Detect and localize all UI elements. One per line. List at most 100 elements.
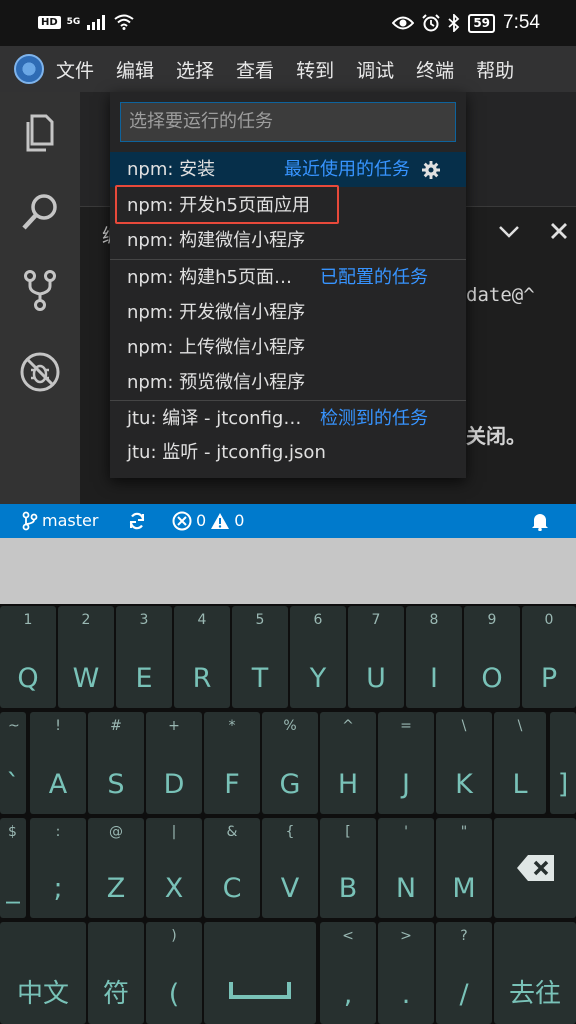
status-right: 59 7:54 xyxy=(392,12,540,34)
app-logo-icon xyxy=(14,54,44,84)
key-comma[interactable]: <, xyxy=(320,922,376,1024)
key-f[interactable]: * F xyxy=(204,712,260,814)
clock: 7:54 xyxy=(503,12,540,33)
chevron-down-icon[interactable] xyxy=(498,225,520,239)
task-quick-pick: 选择要运行的任务 npm: 安装 最近使用的任务 npm: 开发h5页面应用 n… xyxy=(110,92,466,478)
status-left: HD 5G xyxy=(38,14,134,30)
menu-selection[interactable]: 选择 xyxy=(176,56,214,83)
key-go[interactable]: 去往 xyxy=(494,922,576,1024)
key-u[interactable]: 7U xyxy=(348,606,404,708)
key-b[interactable]: [B xyxy=(320,818,376,918)
menu-bar: 文件 编辑 选择 查看 转到 调试 终端 帮助 xyxy=(0,46,576,92)
key-language-chinese[interactable]: 中文 xyxy=(0,922,86,1024)
key-symbols[interactable]: 符 xyxy=(88,922,144,1024)
key-y[interactable]: 6Y xyxy=(290,606,346,708)
key-l[interactable]: \ L xyxy=(494,712,546,814)
bell-icon[interactable] xyxy=(530,511,550,531)
key-bracket-right[interactable]: ] xyxy=(550,712,576,814)
task-search-input[interactable]: 选择要运行的任务 xyxy=(120,102,456,142)
key-i[interactable]: 8I xyxy=(406,606,462,708)
task-item[interactable]: jtu: 监听 - jtconfig.json xyxy=(110,435,466,470)
phone-status-bar: HD 5G 59 7:54 xyxy=(0,0,576,46)
menu-debug[interactable]: 调试 xyxy=(356,56,394,83)
task-label: npm: 安装 xyxy=(127,159,216,180)
task-item[interactable]: npm: 构建h5页面… 已配置的任务 xyxy=(110,260,466,295)
key-x[interactable]: | X xyxy=(146,818,202,918)
task-category: 最近使用的任务 xyxy=(284,159,410,180)
task-item[interactable]: jtu: 编译 - jtconfig… 检测到的任务 xyxy=(110,401,466,436)
key-backspace[interactable] xyxy=(494,818,576,918)
editor-status-bar: master 0 0 xyxy=(0,504,576,538)
soft-keyboard: 1Q 2W 3E 4R 5T 6Y 7U 8I 9O 0P ~ ` ! A # S +… xyxy=(0,604,576,1024)
key-j[interactable]: = J xyxy=(378,712,434,814)
key-paren[interactable]: )( xyxy=(146,922,202,1024)
key-q[interactable]: 1Q xyxy=(0,606,56,708)
wifi-icon xyxy=(114,14,134,30)
key-r[interactable]: 4R xyxy=(174,606,230,708)
task-label: npm: 构建微信小程序 xyxy=(127,230,306,251)
task-item[interactable]: npm: 预览微信小程序 xyxy=(110,365,466,400)
task-label: npm: 上传微信小程序 xyxy=(127,337,306,358)
key-slash[interactable]: ? / xyxy=(436,922,492,1024)
warning-icon xyxy=(211,513,230,529)
key-c[interactable]: & C xyxy=(204,818,260,918)
close-icon[interactable] xyxy=(550,222,568,240)
code-fragment: date@^ xyxy=(466,284,535,306)
error-count: 0 xyxy=(196,511,207,530)
task-label: jtu: 监听 - jtconfig.json xyxy=(127,442,326,463)
key-w[interactable]: 2W xyxy=(58,606,114,708)
key-t[interactable]: 5T xyxy=(232,606,288,708)
bluetooth-icon xyxy=(448,14,460,32)
hd-badge: HD xyxy=(38,15,61,29)
key-h[interactable]: ^ H xyxy=(320,712,376,814)
key-e[interactable]: 3E xyxy=(116,606,172,708)
task-label: jtu: 编译 - jtconfig… xyxy=(127,408,302,429)
key-p[interactable]: 0P xyxy=(522,606,576,708)
task-label: npm: 开发微信小程序 xyxy=(127,302,306,323)
menu-go[interactable]: 转到 xyxy=(296,56,334,83)
key-m[interactable]: " M xyxy=(436,818,492,918)
branch-icon xyxy=(22,511,38,531)
source-control-icon[interactable] xyxy=(18,268,62,312)
debug-icon[interactable] xyxy=(18,350,62,394)
key-k[interactable]: \ K xyxy=(436,712,492,814)
explorer-icon[interactable] xyxy=(18,110,62,154)
menu-terminal[interactable]: 终端 xyxy=(416,56,454,83)
signal-icon xyxy=(87,15,106,30)
space-bar-icon xyxy=(229,982,291,999)
problems-indicator[interactable]: 0 0 xyxy=(172,504,244,538)
key-z[interactable]: @ Z xyxy=(88,818,144,918)
task-item[interactable]: npm: 上传微信小程序 xyxy=(110,330,466,365)
key-underscore[interactable]: $ _ xyxy=(0,818,26,918)
key-space[interactable] xyxy=(204,922,316,1024)
key-period[interactable]: >. xyxy=(378,922,434,1024)
task-label: npm: 预览微信小程序 xyxy=(127,372,306,393)
task-label: npm: 构建h5页面… xyxy=(127,267,293,288)
key-o[interactable]: 9O xyxy=(464,606,520,708)
menu-edit[interactable]: 编辑 xyxy=(116,56,154,83)
warning-count: 0 xyxy=(234,511,245,530)
key-d[interactable]: + D xyxy=(146,712,202,814)
gear-icon[interactable] xyxy=(422,161,440,179)
menu-file[interactable]: 文件 xyxy=(56,56,94,83)
backspace-icon xyxy=(517,855,554,881)
branch-indicator[interactable]: master xyxy=(22,504,98,538)
notice-fragment: 关闭。 xyxy=(466,424,526,448)
activity-bar xyxy=(0,92,80,504)
search-icon[interactable] xyxy=(18,190,62,234)
key-s[interactable]: # S xyxy=(88,712,144,814)
key-v[interactable]: {V xyxy=(262,818,318,918)
eye-icon xyxy=(392,16,415,30)
key-a[interactable]: ! A xyxy=(30,712,86,814)
task-item[interactable]: npm: 安装 最近使用的任务 xyxy=(110,152,466,187)
menu-view[interactable]: 查看 xyxy=(236,56,274,83)
task-item[interactable]: npm: 开发微信小程序 xyxy=(110,295,466,330)
key-g[interactable]: % G xyxy=(262,712,318,814)
task-item[interactable]: npm: 构建微信小程序 xyxy=(110,223,466,258)
menu-help[interactable]: 帮助 xyxy=(476,56,514,83)
key-n[interactable]: ' N xyxy=(378,818,434,918)
key-semicolon[interactable]: :; xyxy=(30,818,86,918)
key-backtick[interactable]: ~ ` xyxy=(0,712,26,814)
sync-icon[interactable] xyxy=(128,512,146,530)
branch-name: master xyxy=(42,511,99,530)
